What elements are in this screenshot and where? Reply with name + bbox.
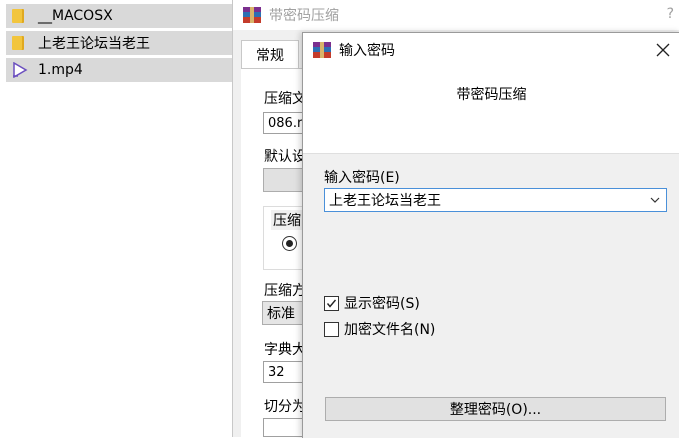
winrar-icon — [243, 7, 261, 23]
folder-icon — [12, 9, 34, 23]
winrar-icon — [313, 42, 331, 58]
tab-general[interactable]: 常规 — [241, 40, 299, 69]
checkmark-icon — [326, 299, 337, 308]
password-combobox[interactable] — [324, 188, 667, 212]
password-label: 输入密码(E) — [324, 170, 400, 186]
file-row-mp4[interactable]: 1.mp4 — [6, 58, 232, 82]
organize-passwords-button[interactable]: 整理密码(O)... — [325, 397, 666, 421]
show-password-checkbox[interactable] — [324, 295, 339, 311]
compression-method-label: 压缩方 — [264, 283, 306, 299]
password-input[interactable] — [325, 191, 641, 209]
folder-icon — [12, 36, 34, 50]
title-bar: 带密码压缩 ? — [233, 0, 679, 30]
split-volume-label: 切分为 — [264, 399, 306, 415]
archive-format-label: 压缩 — [271, 210, 303, 230]
dialog-title: 带密码压缩 — [269, 8, 339, 24]
encrypt-filenames-option[interactable]: 加密文件名(N) — [324, 319, 435, 339]
dictionary-size-label: 字典大 — [264, 342, 306, 358]
dialog-subtitle: 带密码压缩 — [456, 87, 527, 103]
file-name: __MACOSX — [38, 8, 113, 24]
dialog-title: 输入密码 — [339, 43, 395, 59]
password-dialog: 输入密码 带密码压缩 输入密码(E) 显示密码(S) 加密文件名(N) 整理密码… — [302, 32, 679, 438]
show-password-option[interactable]: 显示密码(S) — [324, 293, 420, 313]
archive-name-label: 压缩文 — [264, 91, 306, 107]
close-icon — [656, 43, 670, 57]
file-row-folder[interactable]: 上老王论坛当老王 — [6, 31, 232, 55]
help-button[interactable]: ? — [667, 6, 674, 22]
default-profile-label: 默认设 — [264, 149, 306, 165]
format-radio[interactable] — [282, 236, 297, 251]
file-name: 1.mp4 — [38, 62, 83, 78]
encrypt-filenames-label: 加密文件名(N) — [344, 322, 436, 338]
encrypt-filenames-checkbox[interactable] — [324, 321, 339, 337]
file-name: 上老王论坛当老王 — [38, 36, 150, 52]
video-file-icon — [12, 62, 34, 78]
file-row-macosx[interactable]: __MACOSX — [6, 4, 232, 28]
title-bar: 输入密码 — [303, 33, 679, 67]
dialog-header: 带密码压缩 — [303, 67, 679, 154]
show-password-label: 显示密码(S) — [344, 296, 420, 312]
chevron-down-icon[interactable] — [648, 193, 662, 207]
file-list: __MACOSX 上老王论坛当老王 1.mp4 — [0, 0, 232, 437]
close-button[interactable] — [650, 37, 676, 63]
